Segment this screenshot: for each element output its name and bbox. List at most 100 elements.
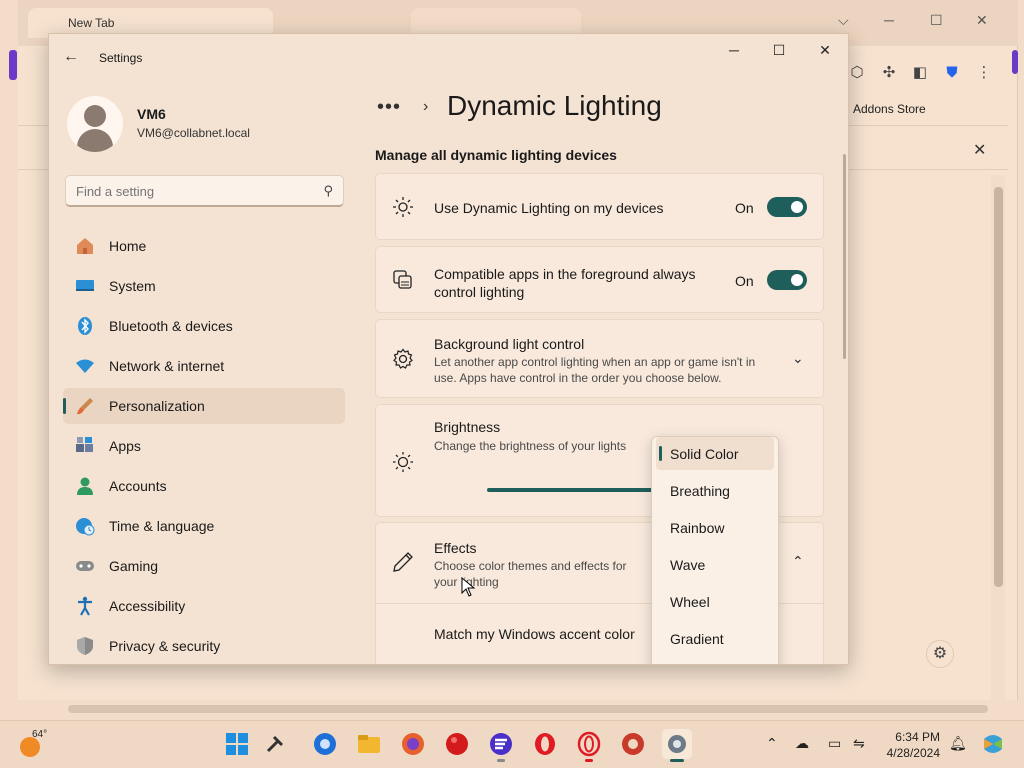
sidebar-item-system[interactable]: System (63, 268, 345, 304)
bluetooth-icon (78, 317, 92, 335)
brush-icon (77, 398, 93, 415)
addons-store-link[interactable]: Addons Store (853, 102, 926, 116)
chevron-up-icon[interactable]: ⌃ (792, 553, 804, 570)
dropdown-option-label: Wheel (670, 594, 710, 610)
browser-scrollbar[interactable] (991, 175, 1005, 700)
search-input[interactable] (76, 182, 306, 200)
cloud-off-icon[interactable]: ☁ (795, 735, 809, 752)
match-accent-label: Match my Windows accent color (434, 626, 635, 642)
globe-clock-icon (76, 518, 95, 536)
brightness-title: Brightness (434, 419, 501, 435)
gamepad-icon (76, 561, 94, 571)
dropdown-option-wave[interactable]: Wave (656, 548, 774, 581)
search-icon[interactable]: ⚲ (323, 183, 333, 199)
sidebar-item-label: Network & internet (109, 358, 225, 374)
use-dynamic-lighting-toggle[interactable] (767, 197, 807, 217)
opera-gx-icon[interactable] (574, 729, 604, 762)
file-explorer-icon[interactable] (354, 729, 384, 759)
red-ball-app-icon[interactable] (442, 729, 472, 759)
brightness-desc: Change the brightness of your lights (434, 439, 627, 453)
sidebar-item-accounts[interactable]: Accounts (63, 468, 345, 504)
bell-icon[interactable]: 🔔︎ (949, 735, 967, 752)
sidebar-item-home[interactable]: Home (63, 228, 345, 264)
browser-close-button[interactable]: ✕ (976, 12, 988, 29)
dropdown-option-label: Wave (670, 557, 706, 573)
gear-icon[interactable]: ⚙ (926, 640, 954, 668)
sidebar-item-label: Home (109, 238, 147, 254)
sidebar-item-network[interactable]: Network & internet (63, 348, 345, 384)
section-title: Manage all dynamic lighting devices (375, 147, 617, 163)
sidebar-item-bluetooth[interactable]: Bluetooth & devices (63, 308, 345, 344)
sidebar-item-label: Accounts (109, 478, 167, 494)
user-name: VM6 (137, 106, 166, 122)
weather-icon (20, 737, 40, 757)
tool-app-icon[interactable] (260, 729, 290, 759)
sidebar-item-personalization[interactable]: Personalization (63, 388, 345, 424)
network-icon[interactable]: ⇋ (853, 735, 865, 752)
browser-maximize-button[interactable]: ☐ (930, 12, 943, 29)
compatible-apps-toggle[interactable] (767, 270, 807, 290)
lighting-icon (393, 197, 413, 217)
sidebar-item-privacy[interactable]: Privacy & security (63, 628, 345, 664)
puzzle-icon[interactable]: ✣ (880, 64, 898, 82)
apps-lighting-icon (393, 270, 412, 289)
system-clock[interactable]: 6:34 PM 4/28/2024 (880, 729, 940, 761)
purple-edge-left (9, 50, 17, 80)
brightness-slider[interactable] (487, 488, 657, 492)
sidebar-icon[interactable]: ◧ (911, 64, 929, 82)
shield-icon (77, 637, 93, 655)
toggle-state: On (735, 200, 754, 216)
firefox-icon[interactable] (398, 729, 428, 759)
shield-check-icon[interactable]: ⛊ (943, 64, 961, 82)
sidebar-item-accessibility[interactable]: Accessibility (63, 588, 345, 624)
chevron-down-icon[interactable]: ⌵ (838, 12, 849, 29)
weather-temp: 64° (32, 729, 48, 740)
dropdown-option-solid-color[interactable]: Solid Color (656, 437, 774, 470)
more-icon[interactable]: ⋮ (975, 64, 993, 82)
chevron-down-icon[interactable]: ⌄ (792, 350, 804, 367)
minimize-button[interactable]: ─ (719, 42, 749, 62)
taskbar: 64° ⌃ ☁ ▭ ⇋ 6:34 PM 4/28/2024 🔔︎ (0, 720, 1024, 768)
display-icon[interactable]: ▭ (828, 735, 841, 752)
compatible-apps-label: Compatible apps in the foreground always… (434, 266, 696, 300)
browser-scroll-thumb[interactable] (994, 187, 1003, 587)
extension-icon[interactable]: ⬡ (848, 64, 866, 82)
opera-icon[interactable] (530, 729, 560, 759)
search-box[interactable]: ⚲ (65, 175, 344, 207)
maximize-button[interactable]: ☐ (764, 42, 794, 62)
settings-scrollbar[interactable] (843, 154, 846, 359)
sidebar-item-apps[interactable]: Apps (63, 428, 345, 464)
dropdown-option-gradient[interactable]: Gradient (656, 622, 774, 655)
back-arrow-icon[interactable]: ← (63, 48, 79, 66)
close-button[interactable]: ✕ (810, 42, 840, 62)
browser-hscrollbar[interactable] (68, 705, 988, 713)
background-light-control-card[interactable]: Background light control Let another app… (375, 319, 824, 398)
dropdown-option-label: Rainbow (670, 520, 725, 536)
app-title: Settings (99, 51, 143, 65)
settings-taskbar-icon[interactable] (662, 729, 692, 762)
title-bar: ← Settings ─ ☐ ✕ (49, 34, 848, 82)
dropdown-option-breathing[interactable]: Breathing (656, 474, 774, 507)
sidebar-item-label: Gaming (109, 558, 159, 574)
pen-icon (393, 552, 413, 572)
person-icon (77, 477, 93, 495)
chrome-icon[interactable] (310, 729, 340, 759)
dropdown-option-label: Gradient (670, 631, 724, 647)
monitor-icon (76, 280, 94, 291)
close-icon[interactable]: ✕ (973, 140, 986, 160)
sidebar-item-label: Time & language (109, 518, 215, 534)
sidebar-item-gaming[interactable]: Gaming (63, 548, 345, 584)
dropdown-option-rainbow[interactable]: Rainbow (656, 511, 774, 544)
sidebar-item-time-language[interactable]: Time & language (63, 508, 345, 544)
page-title: Dynamic Lighting (447, 90, 662, 121)
chevron-up-icon[interactable]: ⌃ (766, 735, 778, 752)
mouse-cursor-icon (461, 577, 476, 597)
brightness-icon (393, 452, 413, 472)
dropdown-option-wheel[interactable]: Wheel (656, 585, 774, 618)
breadcrumb-more-button[interactable]: ••• (377, 96, 401, 119)
app-icon-circle[interactable] (618, 729, 648, 759)
browser-app-icon[interactable] (486, 729, 516, 762)
browser-minimize-button[interactable]: ─ (884, 12, 894, 28)
copilot-icon[interactable] (978, 729, 1008, 759)
start-button[interactable] (222, 729, 252, 759)
